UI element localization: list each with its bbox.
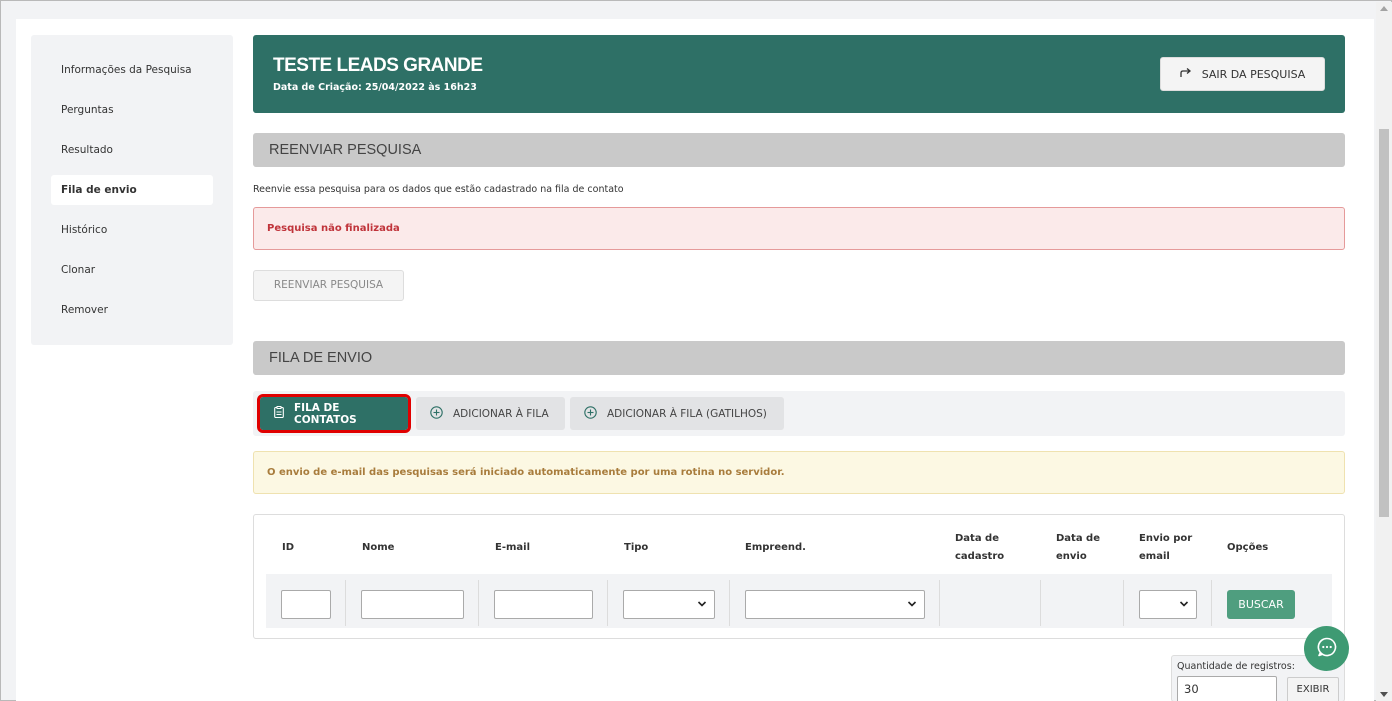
column-divider — [1123, 580, 1124, 626]
sidebar: Informações da Pesquisa Perguntas Result… — [31, 35, 233, 345]
resend-description: Reenvie essa pesquisa para os dados que … — [253, 184, 624, 195]
tab-fila-de-contatos[interactable]: FILA DE CONTATOS — [257, 394, 411, 433]
column-header-id[interactable]: ID — [282, 539, 294, 557]
tab-adicionar-a-fila-label: ADICIONAR À FILA — [453, 407, 549, 420]
column-header-data-cadastro[interactable]: Data de cadastro — [955, 530, 1004, 566]
survey-header: TESTE LEADS GRANDE Data de Criação: 25/0… — [253, 35, 1345, 113]
column-header-nome[interactable]: Nome — [362, 539, 394, 557]
search-button[interactable]: BUSCAR — [1227, 590, 1295, 619]
email-routine-info-alert: O envio de e-mail das pesquisas será ini… — [253, 451, 1345, 494]
tab-fila-de-contatos-label: FILA DE CONTATOS — [294, 401, 357, 426]
scroll-down-arrow-icon[interactable] — [1380, 692, 1388, 697]
creation-date: Data de Criação: 25/04/2022 às 16h23 — [273, 82, 477, 93]
tab-adicionar-a-fila-gatilhos-label: ADICIONAR À FILA (GATILHOS) — [607, 407, 767, 420]
clipboard-icon — [274, 406, 284, 421]
chat-button[interactable] — [1304, 626, 1349, 671]
column-header-data-envio[interactable]: Data de envio — [1056, 530, 1100, 566]
tab-adicionar-a-fila-gatilhos[interactable]: ADICIONAR À FILA (GATILHOS) — [570, 397, 784, 430]
column-divider — [939, 580, 940, 626]
plus-circle-icon — [430, 405, 443, 422]
filter-email-input[interactable] — [494, 590, 593, 619]
filter-id-input[interactable] — [281, 590, 331, 619]
records-quantity-input[interactable]: 30 — [1177, 676, 1277, 701]
page-title: TESTE LEADS GRANDE — [273, 55, 483, 76]
column-divider — [478, 580, 479, 626]
tab-adicionar-a-fila[interactable]: ADICIONAR À FILA — [416, 397, 565, 430]
chat-bubble-icon — [1316, 636, 1338, 662]
show-records-button[interactable]: EXIBIR — [1287, 677, 1339, 701]
exit-survey-button[interactable]: SAIR DA PESQUISA — [1160, 57, 1325, 91]
column-divider — [607, 580, 608, 626]
queue-section-title: FILA DE ENVIO — [253, 341, 1345, 375]
sidebar-item-fila-de-envio[interactable]: Fila de envio — [51, 175, 213, 205]
scrollbar-thumb[interactable] — [1379, 129, 1389, 517]
browser-window: Informações da Pesquisa Perguntas Result… — [0, 0, 1392, 701]
sidebar-item-clonar[interactable]: Clonar — [51, 255, 213, 285]
queue-tabs: FILA DE CONTATOS ADICIONAR À FILA ADICIO… — [253, 391, 1345, 436]
filter-nome-input[interactable] — [361, 590, 464, 619]
column-divider — [1040, 580, 1041, 626]
resend-survey-button[interactable]: REENVIAR PESQUISA — [253, 270, 404, 301]
column-header-envio-email[interactable]: Envio por email — [1139, 530, 1192, 566]
filter-tipo-select[interactable] — [623, 590, 715, 619]
column-divider — [1211, 580, 1212, 626]
survey-not-finished-alert: Pesquisa não finalizada — [253, 207, 1345, 250]
records-quantity-label: Quantidade de registros: — [1177, 661, 1295, 672]
page-scrollbar[interactable] — [1376, 2, 1392, 701]
scroll-up-arrow-icon[interactable] — [1380, 6, 1388, 11]
share-arrow-icon — [1180, 67, 1192, 81]
plus-circle-icon — [584, 405, 597, 422]
column-divider — [345, 580, 346, 626]
filter-envio-email-select[interactable] — [1139, 590, 1197, 619]
column-header-email[interactable]: E-mail — [495, 539, 530, 557]
chevron-down-icon — [907, 597, 917, 614]
exit-survey-label: SAIR DA PESQUISA — [1201, 67, 1306, 81]
column-header-opcoes: Opções — [1227, 542, 1269, 553]
sidebar-item-informacoes[interactable]: Informações da Pesquisa — [51, 55, 213, 85]
column-header-empreend[interactable]: Empreend. — [745, 539, 806, 557]
chevron-down-icon — [1179, 597, 1189, 614]
column-header-tipo[interactable]: Tipo — [624, 539, 648, 557]
chevron-down-icon — [697, 597, 707, 614]
sidebar-item-perguntas[interactable]: Perguntas — [51, 95, 213, 125]
sidebar-item-resultado[interactable]: Resultado — [51, 135, 213, 165]
sidebar-item-historico[interactable]: Histórico — [51, 215, 213, 245]
resend-section-title: REENVIAR PESQUISA — [253, 133, 1345, 167]
column-divider — [729, 580, 730, 626]
queue-table: ID Nome E-mail Tipo Empreend. Data de cad… — [253, 514, 1345, 639]
filter-row: BUSCAR — [266, 574, 1332, 628]
sidebar-item-remover[interactable]: Remover — [51, 295, 213, 325]
filter-empreend-select[interactable] — [745, 590, 925, 619]
